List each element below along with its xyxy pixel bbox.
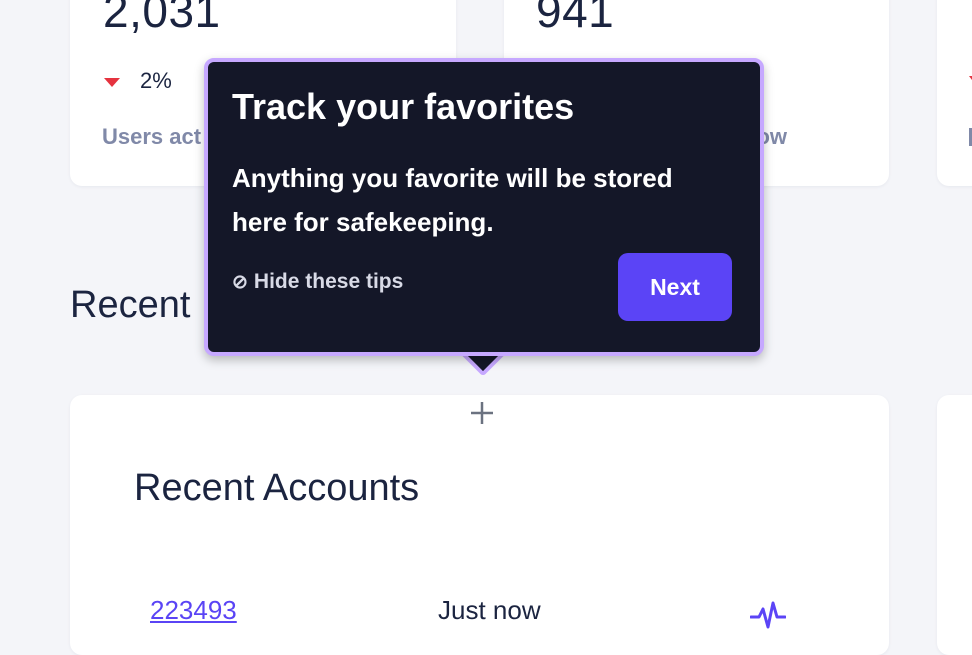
next-button[interactable]: Next xyxy=(618,253,732,321)
stat-card-third xyxy=(937,0,972,186)
stat-change-text: 2% xyxy=(140,68,172,93)
stat-value: 2,031 xyxy=(103,0,221,37)
recent-accounts-card: Recent Accounts 223493 Just now xyxy=(70,395,889,655)
table-row[interactable]: 223493 Just now xyxy=(70,595,889,635)
stat-label: Users act xyxy=(102,124,202,149)
stat-value: 941 xyxy=(536,0,615,37)
prohibited-icon: ⊘ xyxy=(232,271,248,293)
plus-icon[interactable] xyxy=(468,399,496,427)
stat-change: 2% xyxy=(104,68,172,94)
hide-tips-link[interactable]: ⊘ Hide these tips xyxy=(232,270,403,294)
onboarding-tooltip: Track your favorites Anything you favori… xyxy=(204,58,764,356)
recent-accounts-title: Recent Accounts xyxy=(134,467,420,509)
side-card xyxy=(937,395,972,655)
tooltip-body: Anything you favorite will be stored her… xyxy=(232,163,673,237)
hide-tips-label: Hide these tips xyxy=(253,270,404,293)
account-id-link[interactable]: 223493 xyxy=(150,595,237,626)
activity-icon[interactable] xyxy=(750,599,786,629)
section-title: Recent xyxy=(70,284,191,326)
account-time: Just now xyxy=(438,595,541,625)
tooltip-title: Track your favorites xyxy=(232,86,575,127)
down-arrow-icon xyxy=(104,77,120,87)
